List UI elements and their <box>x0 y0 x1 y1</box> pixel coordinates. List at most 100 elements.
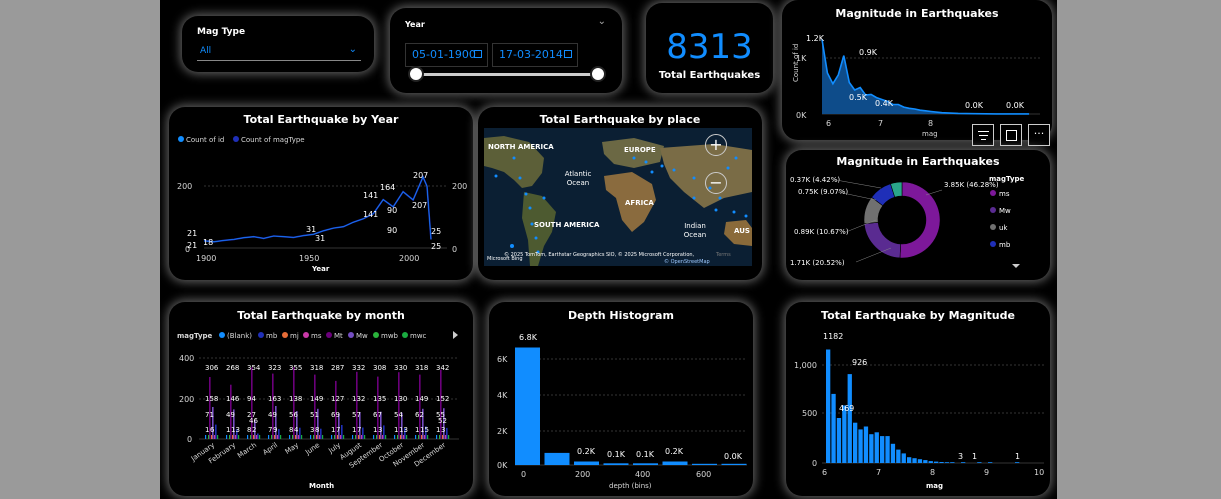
data-label: 1 <box>972 452 977 461</box>
mag-bar-9.0 <box>988 462 993 463</box>
bar-minor <box>205 435 207 439</box>
zoom-out-icon[interactable]: − <box>705 172 727 194</box>
depth-bar-700 <box>721 463 747 465</box>
bar-minor <box>397 435 399 439</box>
magtype-label: Mag Type <box>197 27 246 37</box>
data-label: 13 <box>399 426 408 434</box>
month-chart-card[interactable]: Total Earthquake by month magType (Blank… <box>169 302 473 496</box>
bar-mb <box>278 429 280 439</box>
data-label: 323 <box>268 364 281 372</box>
legend-dot <box>990 224 996 230</box>
data-label: 926 <box>852 358 867 367</box>
terms-link[interactable]: Terms <box>716 252 731 258</box>
data-label: 0.2K <box>665 447 684 456</box>
data-label: 138 <box>289 395 302 403</box>
bar-minor <box>394 435 396 439</box>
legend-item: mwb <box>381 332 399 340</box>
bar-minor <box>271 435 273 439</box>
mag-bar-8.1 <box>939 462 944 463</box>
area-xlabel: mag <box>922 130 938 138</box>
mag-bar-8.0 <box>934 461 939 463</box>
world-map[interactable]: NORTH AMERICA EUROPE Atlantic Ocean AFRI… <box>484 128 752 266</box>
donut-card[interactable]: Magnitude in Earthquakes 0.37K (4.42%) 0… <box>786 150 1050 280</box>
more-options-icon[interactable]: ··· <box>1028 124 1050 146</box>
magnitude-area-card[interactable]: Magnitude in Earthquakes Count of id 1K … <box>782 0 1052 140</box>
xtick: 200 <box>575 470 590 479</box>
data-label: 1 <box>415 426 419 434</box>
legend-item: mb <box>999 241 1011 249</box>
kpi-value: 8313 <box>666 27 753 67</box>
bar-minor <box>274 435 276 439</box>
data-label: 31 <box>315 234 325 243</box>
mag-bar-6.8 <box>869 434 874 463</box>
ytick: 200 <box>179 395 194 404</box>
filter-icon[interactable] <box>972 124 994 146</box>
year-range-start-handle[interactable] <box>408 66 424 82</box>
legend-dot <box>233 136 239 142</box>
data-label: 342 <box>436 364 449 372</box>
map-label: NORTH AMERICA <box>488 143 554 151</box>
kpi-label: Total Earthquakes <box>658 70 761 81</box>
data-label: 318 <box>310 364 323 372</box>
data-label: 0.89K (10.67%) <box>794 228 849 236</box>
bar-minor <box>337 435 339 439</box>
zoom-in-icon[interactable]: + <box>705 134 727 156</box>
data-label: 152 <box>436 395 449 403</box>
focus-mode-icon[interactable] <box>1000 124 1022 146</box>
map-label: SOUTH AMERICA <box>534 221 600 229</box>
year-range-end-handle[interactable] <box>590 66 606 82</box>
ytick: 6K <box>497 355 508 364</box>
legend-item: Mw <box>999 207 1011 215</box>
legend-item: mwc <box>410 332 427 340</box>
bar-minor <box>421 435 423 439</box>
date-to-input[interactable]: 17-03-2014 <box>492 43 578 67</box>
bar-minor <box>442 435 444 439</box>
data-label: 1.71K (20.52%) <box>790 259 845 267</box>
magnitude-bar-card[interactable]: Total Earthquake by Magnitude 1,000 500 … <box>786 302 1050 496</box>
bar-minor <box>295 435 297 439</box>
magtype-dropdown[interactable]: All ⌄ <box>197 44 361 61</box>
data-label: 31 <box>306 225 316 234</box>
depth-histogram-card[interactable]: Depth Histogram 6K 4K 2K 0K 6.8K 0.2K 0.… <box>489 302 753 496</box>
bar-minor <box>277 435 279 439</box>
legend-next-icon[interactable] <box>453 331 458 339</box>
year-line-card[interactable]: Total Earthquake by Year Count of id Cou… <box>169 107 473 280</box>
xtick: 2000 <box>399 254 419 263</box>
legend-dot <box>990 207 996 213</box>
data-label: 62 <box>415 411 424 419</box>
bar-minor <box>238 435 240 439</box>
bar-minor <box>376 435 378 439</box>
data-label: 0.9K <box>859 48 878 57</box>
data-label: 306 <box>205 364 219 372</box>
osm-link[interactable]: © OpenStreetMap <box>664 259 710 265</box>
date-from-input[interactable]: 05-01-1900 <box>405 43 488 67</box>
data-label: 469 <box>839 404 854 413</box>
bar-minor <box>415 435 417 439</box>
mag-bar-6.7 <box>863 426 869 463</box>
data-label: 1 <box>331 426 335 434</box>
legend-item: Count of id <box>186 136 224 144</box>
calendar-icon[interactable] <box>564 50 572 58</box>
data-label: 332 <box>352 364 365 372</box>
xtick: 8 <box>928 119 933 128</box>
mag-bar-7.0 <box>880 436 885 463</box>
year-range-track[interactable] <box>415 73 599 76</box>
chevron-down-icon: ⌄ <box>597 16 606 27</box>
bar-minor <box>316 435 318 439</box>
legend-scroll-down-icon[interactable] <box>1012 264 1020 268</box>
mag-bar-6.2 <box>836 418 842 463</box>
bar-minor <box>418 435 420 439</box>
data-label: 25 <box>431 242 441 251</box>
xtick: 6 <box>822 468 827 477</box>
mag-bar-8.2 <box>944 462 950 463</box>
map-card[interactable]: Total Earthquake by place NORTH AMERICA … <box>478 107 762 280</box>
year-slicer[interactable]: Year ⌄ 05-01-1900 17-03-2014 <box>390 8 622 93</box>
data-label: 51 <box>310 411 319 419</box>
magtype-slicer[interactable]: Mag Type All ⌄ <box>182 16 374 72</box>
data-label: 141 <box>363 191 378 200</box>
ytick: 0K <box>497 461 508 470</box>
data-label: 4 <box>294 426 299 434</box>
data-label: 141 <box>363 210 378 219</box>
bar-minor <box>298 435 300 439</box>
calendar-icon[interactable] <box>474 50 482 58</box>
